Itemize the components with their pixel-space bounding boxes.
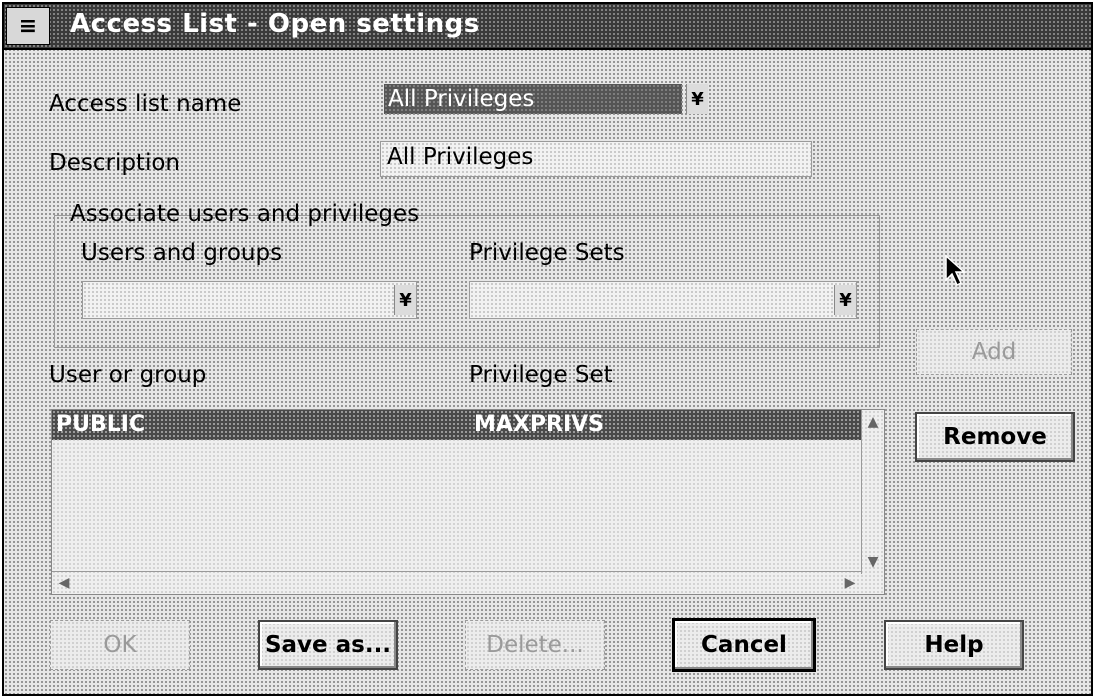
help-button[interactable]: Help	[884, 620, 1024, 670]
system-menu-icon[interactable]: ≡	[6, 7, 50, 45]
scroll-right-icon[interactable]: ▶	[840, 573, 860, 593]
horizontal-scrollbar[interactable]: ◀ ▶	[52, 571, 862, 594]
privilege-sets-label: Privilege Sets	[469, 240, 625, 266]
row-user-value: PUBLIC	[56, 412, 146, 437]
vertical-scrollbar[interactable]: ▲ ▼	[861, 410, 884, 574]
add-button[interactable]: Add	[916, 329, 1072, 375]
access-list-window: ≡ Access List - Open settings Access lis…	[2, 2, 1093, 696]
list-row-public[interactable]: PUBLIC MAXPRIVS	[52, 410, 862, 440]
title-bar[interactable]: ≡ Access List - Open settings	[4, 4, 1091, 50]
privilege-set-column-header: Privilege Set	[469, 362, 613, 388]
users-groups-label: Users and groups	[81, 240, 283, 266]
scroll-left-icon[interactable]: ◀	[54, 573, 74, 593]
access-list-name-value[interactable]: All Privileges	[384, 84, 682, 114]
associate-group-label: Associate users and privileges	[70, 201, 420, 227]
window-title: Access List - Open settings	[70, 9, 480, 39]
description-field[interactable]: All Privileges	[380, 141, 812, 177]
privilege-sets-dropdown-icon[interactable]: ¥	[834, 285, 856, 315]
privilege-sets-dropdown[interactable]: ¥	[469, 281, 857, 319]
access-list-listbox[interactable]: PUBLIC MAXPRIVS ▲ ▼ ◀ ▶	[51, 409, 885, 595]
ok-button[interactable]: OK	[50, 620, 190, 670]
access-list-dropdown-icon[interactable]: ¥	[686, 84, 708, 114]
remove-button[interactable]: Remove	[915, 412, 1075, 462]
users-groups-dropdown[interactable]: ¥	[82, 281, 417, 319]
scroll-down-icon[interactable]: ▼	[863, 552, 883, 572]
delete-button[interactable]: Delete...	[465, 620, 605, 670]
save-as-button[interactable]: Save as...	[258, 620, 398, 670]
description-label: Description	[49, 150, 180, 176]
row-privilege-value: MAXPRIVS	[474, 412, 605, 437]
user-group-column-header: User or group	[49, 362, 207, 388]
users-groups-dropdown-icon[interactable]: ¥	[394, 285, 416, 315]
scroll-up-icon[interactable]: ▲	[863, 412, 883, 432]
access-list-name-label: Access list name	[49, 91, 242, 117]
mouse-cursor-icon	[945, 254, 966, 287]
access-list-name-combo[interactable]: All Privileges ¥	[384, 84, 708, 118]
cancel-button[interactable]: Cancel	[672, 618, 816, 672]
